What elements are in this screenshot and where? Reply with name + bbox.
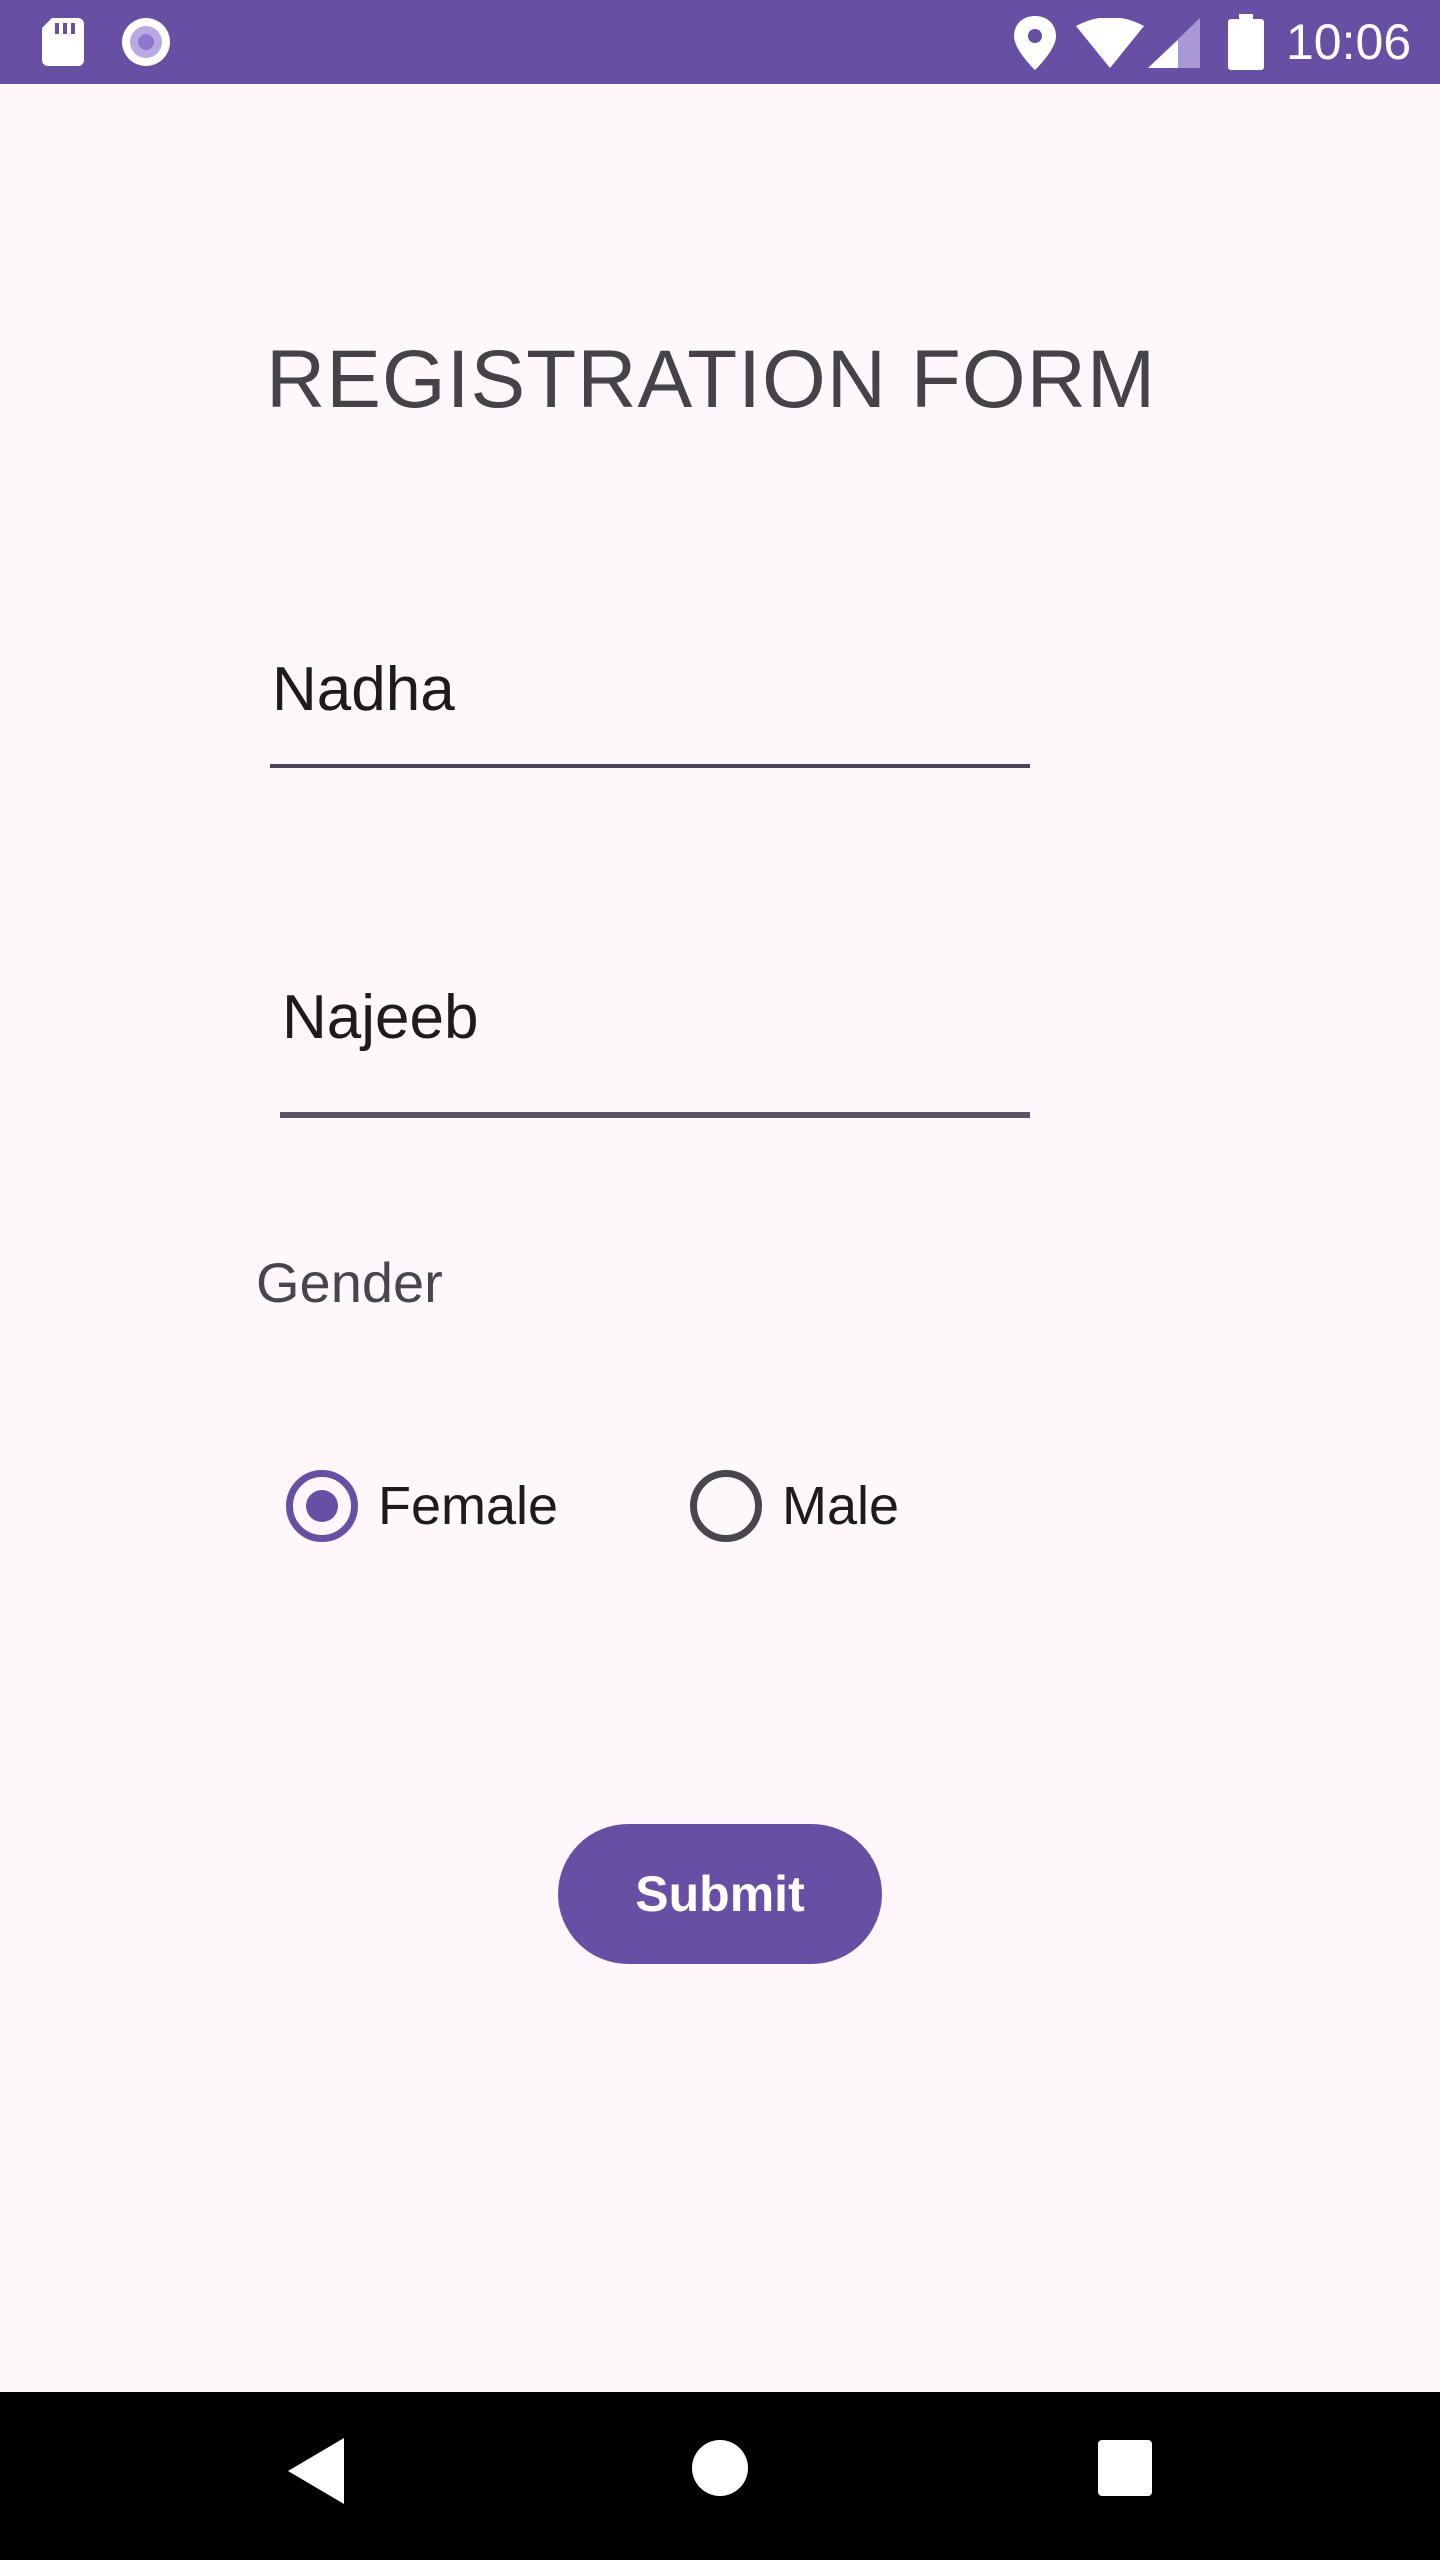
radio-unchecked-icon[interactable] [690,1470,762,1542]
gender-radio-group: Female Male [280,1460,1000,1552]
radio-male-label: Male [782,1476,900,1536]
location-icon [1014,16,1056,70]
status-bar: 10:06 [0,0,1440,84]
wifi-icon [1076,18,1144,68]
sd-card-icon [42,18,84,66]
radio-female[interactable]: Female [280,1460,580,1552]
radio-male[interactable]: Male [684,1460,944,1552]
radio-checked-icon[interactable] [286,1470,358,1542]
home-icon[interactable] [692,2440,748,2496]
first-name-field[interactable]: Nadha [270,644,1030,768]
recents-icon[interactable] [1098,2440,1152,2496]
submit-button[interactable]: Submit [558,1824,882,1964]
first-name-value: Nadha [272,655,455,724]
back-icon[interactable] [288,2438,344,2504]
radio-female-label: Female [378,1476,559,1536]
radio-dot [306,1490,338,1522]
sync-icon [122,18,170,66]
last-name-field[interactable]: Najeeb [280,978,1030,1118]
navigation-bar [0,2392,1440,2560]
page-title: REGISTRATION FORM [266,334,1157,425]
last-name-value: Najeeb [282,983,479,1052]
status-clock: 10:06 [1286,14,1412,70]
battery-icon [1228,14,1264,70]
signal-icon [1148,18,1200,68]
gender-label: Gender [256,1251,443,1314]
